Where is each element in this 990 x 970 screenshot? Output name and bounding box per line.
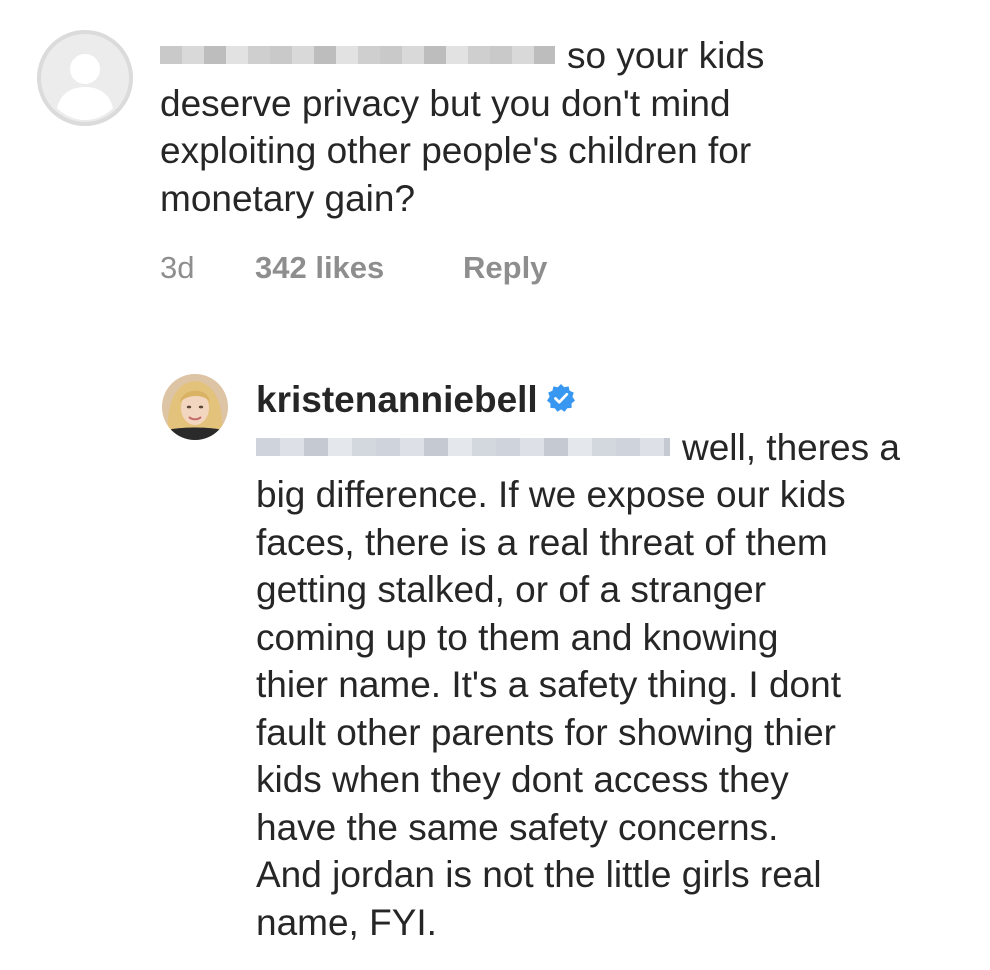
comment-text: so your kids deserve privacy but you don… [160,32,880,222]
default-avatar-icon[interactable] [37,30,133,126]
reply-line: name, FYI. [256,901,437,943]
redacted-mention [256,437,670,456]
reply-text: kristenanniebell well, theres a big diff… [256,376,956,946]
comment-line: exploiting other people's children for [160,130,752,171]
reply-line: fault other parents for showing thier [256,711,836,753]
profile-avatar[interactable] [162,374,228,440]
reply-line: have the same safety concerns. [256,806,779,848]
redacted-mention [160,46,555,65]
reply-line: coming up to them and knowing [256,616,779,658]
reply-button[interactable]: Reply [463,250,547,286]
reply-line: kids when they dont access they [256,759,789,800]
reply-line: And jordan is not the little girls real [256,854,822,895]
likes-count[interactable]: 342 likes [255,250,463,286]
comment-line: deserve privacy but you don't mind [160,82,731,124]
reply-line: big difference. If we expose our kids [256,474,846,515]
reply-line: faces, there is a real threat of them [256,521,828,563]
verified-badge-icon [546,383,576,413]
comment-line: monetary gain? [160,177,416,219]
comment-meta: 3d 342 likes Reply [160,250,547,286]
comment-time: 3d [160,250,195,285]
username[interactable]: kristenanniebell [256,379,538,420]
username-line: kristenanniebell [256,376,956,424]
reply-line: getting stalked, or of a stranger [256,569,767,610]
reply-line: well, theres a [256,424,956,472]
comment-line: so your kids [160,32,880,80]
reply-line: thier name. It's a safety thing. I dont [256,664,841,705]
